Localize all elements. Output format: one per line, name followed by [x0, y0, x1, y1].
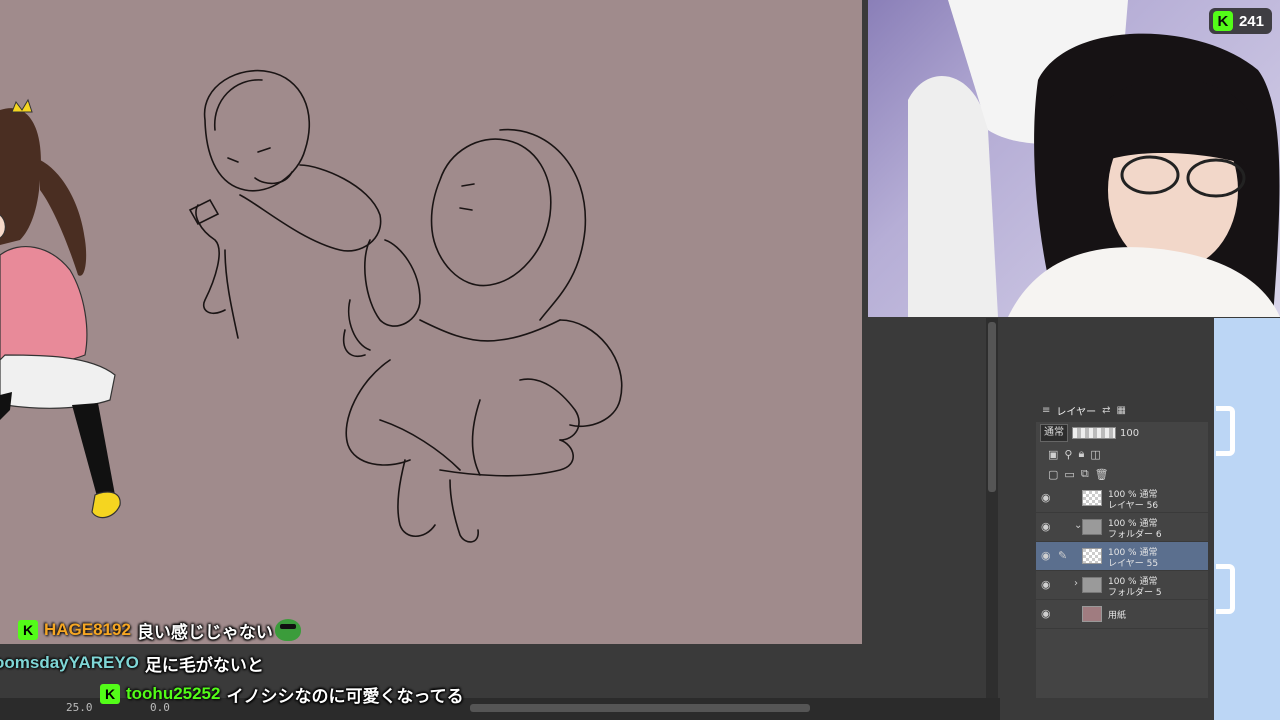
eye-icon[interactable]: ◉ — [1041, 607, 1051, 620]
chat-message: oomsdayYAREYO 足に毛がないと — [0, 649, 264, 677]
canvas-horizontal-scrollbar[interactable] — [470, 704, 810, 712]
blend-mode-select[interactable]: 通常 — [1040, 424, 1068, 442]
viewer-count: 241 — [1238, 12, 1264, 30]
character-illustration — [0, 98, 121, 519]
layer-row[interactable]: ◉ 用紙 — [1036, 600, 1208, 629]
reference-icon[interactable]: ⚲ — [1064, 448, 1072, 461]
layer-row[interactable]: ◉ › 100 % 通常 フォルダー 5 — [1036, 571, 1208, 600]
tab-layer[interactable]: レイヤー — [1056, 403, 1096, 418]
decoration-mark — [1216, 406, 1235, 456]
layer-name: レイヤー 56 — [1108, 501, 1159, 511]
layer-row-active[interactable]: ◉ ✎ 100 % 通常 レイヤー 55 — [1036, 542, 1208, 571]
eye-icon[interactable]: ◉ — [1041, 491, 1051, 504]
tab-history-icon[interactable]: ⇄ — [1102, 405, 1110, 416]
new-layer-icon[interactable]: ▢ — [1048, 468, 1058, 481]
chat-username: toohu25252 — [126, 684, 221, 703]
kick-badge-icon: K — [18, 620, 38, 640]
layer-row[interactable]: ◉ ⌄ 100 % 通常 フォルダー 6 — [1036, 513, 1208, 542]
layer-panel: ≡ レイヤー ⇄ ▦ 通常 100 ▣ ⚲ 🔒︎ ◫ ▢ ▭ ⧉ 🗑︎ ◉ 10… — [1036, 398, 1208, 698]
delete-layer-icon[interactable]: 🗑︎ — [1095, 468, 1109, 481]
eye-icon[interactable]: ◉ — [1041, 520, 1051, 533]
layer-name: フォルダー 5 — [1108, 588, 1162, 598]
blend-controls: 通常 100 — [1036, 422, 1208, 444]
layer-thumbnail — [1082, 548, 1102, 564]
drawing-canvas[interactable] — [0, 0, 862, 644]
layer-row[interactable]: ◉ 100 % 通常 レイヤー 56 — [1036, 484, 1208, 513]
webcam-image — [908, 0, 1280, 317]
chat-message: K toohu25252 イノシシなのに可愛くなってる — [100, 680, 464, 708]
new-folder-icon[interactable]: ▭ — [1064, 468, 1074, 481]
chevron-right-icon[interactable]: › — [1074, 578, 1078, 589]
chat-text: 良い感じじゃない — [136, 622, 273, 643]
pepe-emote-icon — [274, 619, 301, 641]
folder-icon — [1082, 577, 1102, 593]
chat-message: K HAGE8192 良い感じじゃない — [18, 616, 301, 644]
clip-icon[interactable]: ▣ — [1048, 448, 1058, 461]
layer-panel-tabs: ≡ レイヤー ⇄ ▦ — [1036, 398, 1208, 422]
layer-name: 用紙 — [1108, 611, 1127, 621]
side-decoration — [1214, 318, 1280, 720]
folder-icon — [1082, 519, 1102, 535]
decoration-mark — [1216, 564, 1235, 614]
paper-thumbnail — [1082, 606, 1102, 622]
chat-text: 足に毛がないと — [144, 655, 264, 676]
kick-badge-icon: K — [100, 684, 120, 704]
tab-navigator-icon[interactable]: ▦ — [1116, 405, 1125, 416]
webcam-feed: K 241 — [868, 0, 1280, 317]
viewer-count-badge: K 241 — [1208, 8, 1272, 34]
pencil-icon: ✎ — [1058, 549, 1068, 562]
chat-username: oomsdayYAREYO — [0, 653, 139, 672]
layer-tool-row-2: ▢ ▭ ⧉ 🗑︎ — [1036, 464, 1208, 484]
scroll-thumb[interactable] — [988, 322, 996, 492]
layers-icon[interactable]: ≡ — [1042, 405, 1050, 416]
layer-name: レイヤー 55 — [1108, 559, 1159, 569]
kick-logo-icon: K — [1212, 11, 1233, 31]
mask-icon[interactable]: ◫ — [1090, 448, 1100, 461]
chat-username: HAGE8192 — [44, 620, 131, 639]
merge-icon[interactable]: ⧉ — [1081, 467, 1089, 481]
opacity-value[interactable]: 100 — [1120, 428, 1139, 439]
lock-icon[interactable]: 🔒︎ — [1078, 447, 1084, 461]
canvas-vertical-scrollbar[interactable] — [986, 318, 998, 698]
layer-tool-row-1: ▣ ⚲ 🔒︎ ◫ — [1036, 444, 1208, 464]
layer-thumbnail — [1082, 490, 1102, 506]
eye-icon[interactable]: ◉ — [1041, 549, 1051, 562]
eye-icon[interactable]: ◉ — [1041, 578, 1051, 591]
layer-name: フォルダー 6 — [1108, 530, 1162, 540]
sketch-artwork — [0, 69, 623, 543]
zoom-level[interactable]: 25.0 — [66, 701, 93, 714]
opacity-slider[interactable] — [1072, 427, 1116, 439]
chat-text: イノシシなのに可愛くなってる — [226, 686, 464, 707]
